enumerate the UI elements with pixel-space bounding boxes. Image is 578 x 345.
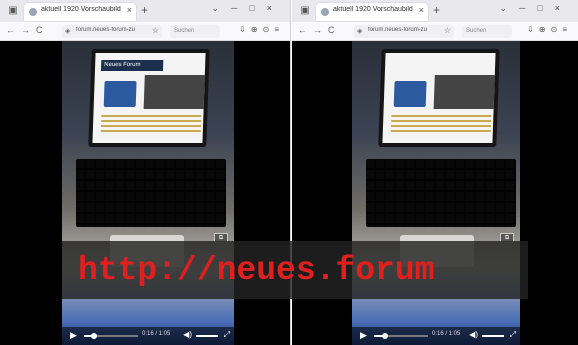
browser-tab[interactable]: aktuell 1920 Vorschaubilder × xyxy=(316,3,428,21)
video-laptop-screen xyxy=(378,49,500,147)
video-time: 0:16 / 1:05 xyxy=(142,331,171,337)
window-controls[interactable]: ⌄─□× xyxy=(499,3,572,14)
tab-title: aktuell 1920 Vorschaubilder xyxy=(333,6,413,13)
video-keyboard xyxy=(366,159,516,227)
video-keyboard xyxy=(76,159,226,227)
bookmark-star-icon[interactable]: ☆ xyxy=(444,26,451,35)
toolbar-icons[interactable]: ⇩⊕⊙≡ xyxy=(239,25,284,34)
shield-icon: ◈ xyxy=(65,28,71,35)
video-player[interactable]: ⧉ ▶ 0:16 / 1:05 ◀) ⤢ xyxy=(352,41,520,345)
browser-tab[interactable]: aktuell 1920 Vorschaubilder × xyxy=(24,3,136,21)
nav-bar: ←→C ◈ forum.neues-forum-zu ☆ Suchen ⇩⊕⊙≡ xyxy=(0,22,290,41)
volume-slider[interactable] xyxy=(482,335,504,337)
seek-bar[interactable] xyxy=(84,333,138,339)
favicon-icon xyxy=(321,8,329,16)
seek-thumb[interactable] xyxy=(90,333,97,339)
window-controls[interactable]: ⌄─□× xyxy=(211,3,284,14)
volume-slider[interactable] xyxy=(196,335,218,337)
tab-bar: ▣ aktuell 1920 Vorschaubilder × + ⌄─□× xyxy=(0,0,290,22)
tab-list-icon[interactable]: ▣ xyxy=(6,4,20,18)
search-input[interactable]: Suchen xyxy=(462,25,512,38)
close-tab-icon[interactable]: × xyxy=(127,5,132,15)
video-controls: ▶ 0:16 / 1:05 ◀) ⤢ xyxy=(62,327,234,345)
seek-bar[interactable] xyxy=(374,333,428,339)
screen-collage xyxy=(433,75,495,109)
nav-buttons[interactable]: ←→C xyxy=(298,25,341,35)
play-icon[interactable]: ▶ xyxy=(70,330,77,341)
volume-icon[interactable]: ◀) xyxy=(183,330,192,339)
shield-icon: ◈ xyxy=(357,28,363,35)
video-controls: ▶ 0:16 / 1:05 ◀) ⤢ xyxy=(352,327,520,345)
new-tab-icon[interactable]: + xyxy=(433,3,440,17)
video-time: 0:16 / 1:05 xyxy=(432,331,461,337)
url-bar[interactable]: ◈ forum.neues-forum-zu ☆ xyxy=(62,25,162,38)
content-viewport: ⧉ ▶ 0:16 / 1:05 ◀) ⤢ xyxy=(292,41,578,345)
play-icon[interactable]: ▶ xyxy=(360,330,367,341)
nav-buttons[interactable]: ←→C xyxy=(6,25,49,35)
screen-logo xyxy=(393,81,427,107)
fullscreen-icon[interactable]: ⤢ xyxy=(510,330,516,340)
close-tab-icon[interactable]: × xyxy=(419,5,424,15)
url-text: forum.neues-forum-zu xyxy=(76,27,136,33)
screen-text-block xyxy=(100,115,202,133)
url-bar[interactable]: ◈ forum.neues-forum-zu ☆ xyxy=(354,25,454,38)
watermark-text: http://neues.forum xyxy=(78,252,435,289)
tab-list-icon[interactable]: ▣ xyxy=(298,4,312,18)
tab-bar: ▣ aktuell 1920 Vorschaubilder × + ⌄─□× xyxy=(292,0,578,22)
screen-collage xyxy=(143,75,205,109)
bookmark-star-icon[interactable]: ☆ xyxy=(152,26,159,35)
nav-bar: ←→C ◈ forum.neues-forum-zu ☆ Suchen ⇩⊕⊙≡ xyxy=(292,22,578,41)
screen-text-block xyxy=(390,115,492,133)
search-input[interactable]: Suchen xyxy=(170,25,220,38)
url-text: forum.neues-forum-zu xyxy=(368,27,428,33)
fullscreen-icon[interactable]: ⤢ xyxy=(224,330,230,340)
seek-thumb[interactable] xyxy=(381,333,388,339)
video-player[interactable]: Neues Forum ⧉ ▶ 0:16 / 1:05 ◀) ⤢ xyxy=(62,41,234,345)
video-laptop-screen: Neues Forum xyxy=(88,49,210,147)
favicon-icon xyxy=(29,8,37,16)
screen-logo xyxy=(103,81,137,107)
volume-icon[interactable]: ◀) xyxy=(469,330,478,339)
screen-header: Neues Forum xyxy=(100,60,164,71)
content-viewport: Neues Forum ⧉ ▶ 0:16 / 1:05 ◀) ⤢ xyxy=(0,41,290,345)
tab-title: aktuell 1920 Vorschaubilder xyxy=(41,6,121,13)
toolbar-icons[interactable]: ⇩⊕⊙≡ xyxy=(527,25,572,34)
new-tab-icon[interactable]: + xyxy=(141,3,148,17)
